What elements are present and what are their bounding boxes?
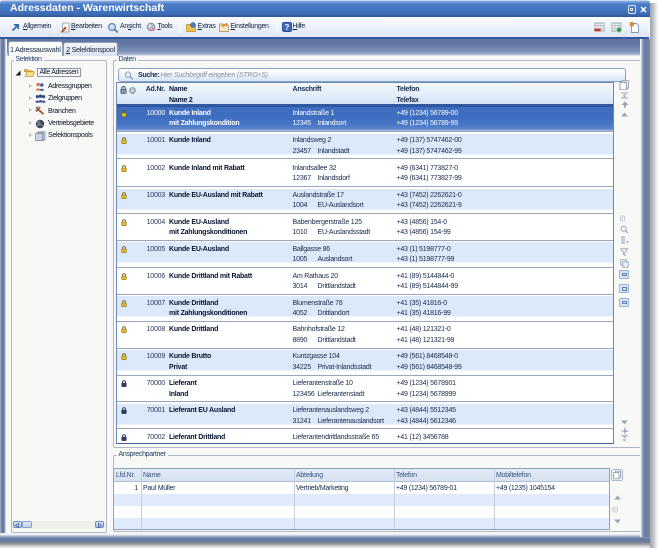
svg-text:?: ? — [284, 23, 289, 32]
